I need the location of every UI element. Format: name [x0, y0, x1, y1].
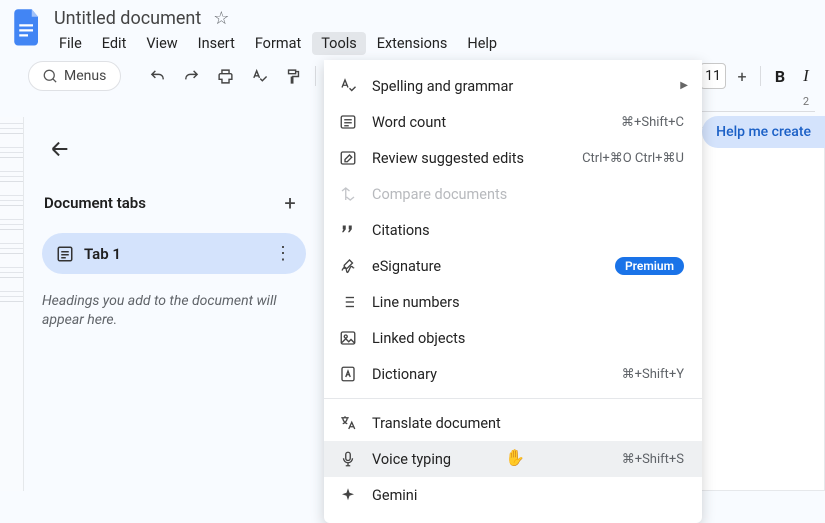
ruler-marker: 2 [803, 95, 809, 108]
tools-menu-linked-objects[interactable]: Linked objects [324, 320, 702, 356]
star-icon[interactable]: ☆ [213, 8, 229, 29]
search-icon [43, 69, 58, 84]
menu-item-label: Word count [372, 114, 607, 131]
font-size-increase[interactable]: + [732, 67, 752, 86]
vertical-ruler [0, 117, 24, 491]
tools-menu-dropdown: Spelling and grammar▶ Word count ⌘+Shift+C… [324, 60, 702, 523]
voice-icon [338, 449, 358, 469]
menu-help[interactable]: Help [458, 32, 506, 55]
menu-item-label: Voice typing [372, 451, 608, 468]
add-tab-button[interactable]: + [276, 191, 304, 215]
tools-menu-spelling-and-grammar[interactable]: Spelling and grammar▶ [324, 68, 702, 104]
dict-icon [338, 364, 358, 384]
spellcheck-icon [338, 76, 358, 96]
tools-menu-esignature[interactable]: eSignature Premium [324, 248, 702, 284]
outline-hint: Headings you add to the document will ap… [42, 292, 306, 330]
menu-file[interactable]: File [50, 32, 91, 55]
menu-view[interactable]: View [137, 32, 186, 55]
translate-icon [338, 413, 358, 433]
menu-item-label: Translate document [372, 415, 684, 432]
shortcut-label: ⌘+Shift+C [621, 115, 684, 130]
linenum-icon [338, 292, 358, 312]
spellcheck-button[interactable] [245, 62, 273, 90]
tools-menu-word-count[interactable]: Word count ⌘+Shift+C [324, 104, 702, 140]
tools-menu-translate-document[interactable]: Translate document [324, 405, 702, 441]
menu-item-label: Gemini [372, 487, 684, 504]
print-button[interactable] [211, 62, 239, 90]
submenu-arrow-icon: ▶ [680, 80, 688, 91]
premium-badge: Premium [615, 257, 684, 275]
shortcut-label: ⌘+Shift+Y [622, 367, 684, 382]
menu-item-label: Citations [372, 222, 684, 239]
menu-item-label: Compare documents [372, 186, 684, 203]
shortcut-label: Ctrl+⌘O Ctrl+⌘U [582, 151, 684, 166]
docs-logo[interactable] [10, 6, 46, 50]
redo-button[interactable] [177, 62, 205, 90]
bold-button[interactable]: B [769, 67, 791, 86]
tools-menu-citations[interactable]: Citations [324, 212, 702, 248]
tab-more-icon[interactable]: ⋮ [274, 243, 292, 264]
menu-item-label: Spelling and grammar [372, 78, 684, 95]
document-title[interactable]: Untitled document [50, 7, 205, 30]
review-icon [338, 148, 358, 168]
menu-item-label: Dictionary [372, 366, 608, 383]
gemini-icon [338, 485, 358, 505]
tools-menu-gemini[interactable]: Gemini [324, 477, 702, 513]
menu-tools[interactable]: Tools [312, 32, 366, 55]
menu-format[interactable]: Format [246, 32, 310, 55]
menus-label: Menus [64, 68, 106, 84]
tab-icon [56, 245, 74, 263]
tools-menu-dictionary[interactable]: Dictionary ⌘+Shift+Y [324, 356, 702, 392]
menu-insert[interactable]: Insert [189, 32, 244, 55]
wordcount-icon [338, 112, 358, 132]
linked-icon [338, 328, 358, 348]
document-tab-item[interactable]: Tab 1 ⋮ [42, 233, 306, 274]
menu-edit[interactable]: Edit [93, 32, 136, 55]
esign-icon [338, 256, 358, 276]
menus-search-button[interactable]: Menus [28, 61, 121, 91]
compare-icon [338, 184, 358, 204]
tools-menu-review-suggested-edits[interactable]: Review suggested edits Ctrl+⌘O Ctrl+⌘U [324, 140, 702, 176]
undo-button[interactable] [143, 62, 171, 90]
tools-menu-voice-typing[interactable]: Voice typing⌘+Shift+S✋ [324, 441, 702, 477]
menu-item-label: Review suggested edits [372, 150, 568, 167]
italic-button[interactable]: I [797, 66, 815, 86]
font-size-input[interactable]: 11 [700, 63, 726, 89]
menu-item-label: Linked objects [372, 330, 684, 347]
menu-extensions[interactable]: Extensions [368, 32, 457, 55]
document-tabs-title: Document tabs [44, 194, 146, 212]
shortcut-label: ⌘+Shift+S [622, 452, 684, 467]
menu-item-label: Line numbers [372, 294, 684, 311]
citations-icon [338, 220, 358, 240]
tab-label: Tab 1 [84, 245, 264, 263]
paint-format-button[interactable] [279, 62, 307, 90]
tools-menu-compare-documents: Compare documents [324, 176, 702, 212]
tools-menu-line-numbers[interactable]: Line numbers [324, 284, 702, 320]
help-me-create-button[interactable]: Help me create [702, 116, 825, 148]
menu-item-label: eSignature [372, 258, 601, 275]
back-button[interactable] [42, 131, 78, 167]
